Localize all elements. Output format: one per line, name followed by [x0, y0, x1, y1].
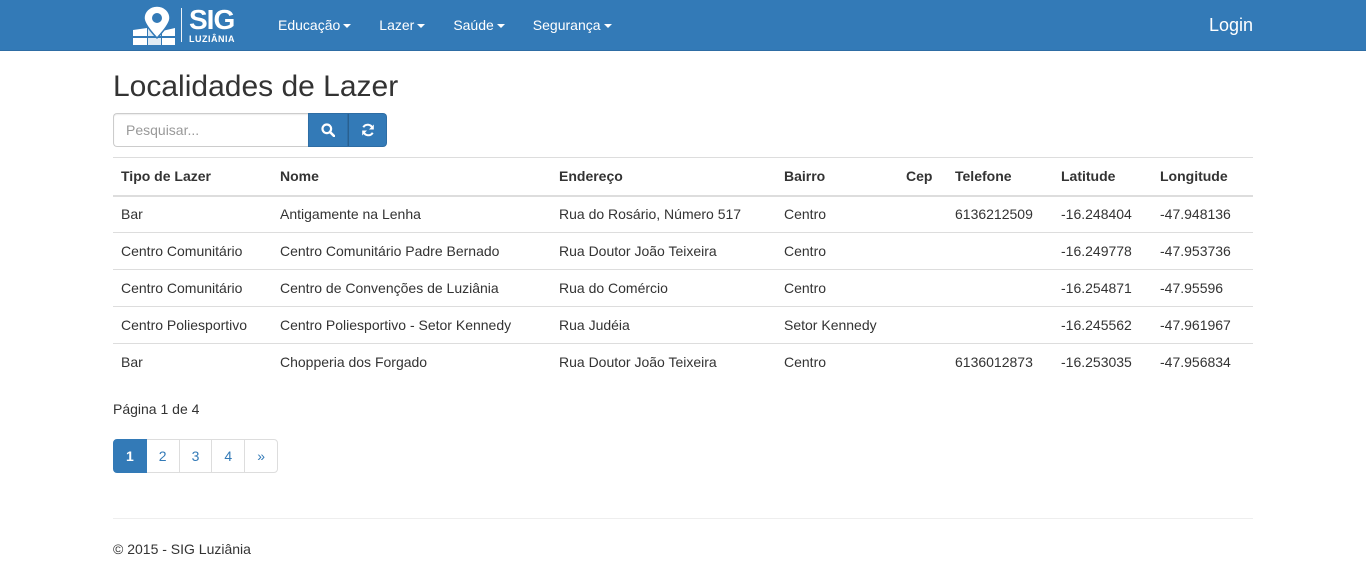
- cell-latitude: -16.253035: [1053, 343, 1152, 381]
- page-title: Localidades de Lazer: [113, 70, 399, 103]
- column-header-bairro[interactable]: Bairro: [776, 157, 898, 197]
- cell-cep: [898, 269, 947, 307]
- cell-tipo: Centro Poliesportivo: [113, 306, 272, 344]
- table-header: Tipo de Lazer Nome Endereço Bairro Cep T…: [113, 157, 1253, 197]
- search-icon: [321, 123, 335, 137]
- cell-endereco: Rua do Rosário, Número 517: [559, 206, 742, 223]
- cell-endereco: Rua do Comércio: [551, 269, 776, 307]
- cell-cep: [898, 306, 947, 344]
- table-row: Centro Comunitário Centro Comunitário Pa…: [113, 232, 1253, 270]
- cell-latitude: -16.249778: [1053, 232, 1152, 270]
- table-row: Centro Poliesportivo Centro Poliesportiv…: [113, 306, 1253, 344]
- search-group: [113, 113, 387, 147]
- menu-educacao-label: Educação: [278, 17, 341, 33]
- column-header-latitude[interactable]: Latitude: [1053, 157, 1152, 197]
- login-link[interactable]: Login: [1209, 0, 1253, 50]
- cell-nome: Centro de Convenções de Luziânia: [272, 269, 551, 307]
- cell-nome: Chopperia dos Forgado: [272, 343, 551, 381]
- cell-longitude: -47.95596: [1152, 269, 1253, 307]
- cell-cep: [898, 232, 947, 270]
- column-header-endereco[interactable]: Endereço: [551, 157, 776, 197]
- map-pin-logo-icon: [133, 5, 175, 45]
- cell-nome: Antigamente na Lenha: [280, 206, 421, 223]
- cell-longitude: -47.961967: [1152, 306, 1253, 344]
- cell-tipo: Bar: [121, 206, 143, 223]
- cell-longitude: -47.956834: [1152, 343, 1253, 381]
- cell-cep: [898, 343, 947, 381]
- cell-bairro: Centro: [776, 232, 898, 270]
- menu-seguranca-label: Segurança: [532, 17, 601, 33]
- cell-bairro: Centro: [776, 343, 898, 381]
- table-body: Bar Antigamente na Lenha Rua do Rosário,…: [113, 196, 1253, 381]
- caret-down-icon: [417, 24, 426, 29]
- page-link-2[interactable]: 2: [145, 439, 180, 473]
- top-navbar: SIG LUZIÂNIA Educação Lazer Saúde Segura…: [0, 0, 1366, 51]
- cell-endereco: Rua Doutor João Teixeira: [551, 343, 776, 381]
- column-header-nome[interactable]: Nome: [272, 157, 551, 197]
- page-link-4[interactable]: 4: [211, 439, 246, 473]
- cell-latitude: -16.254871: [1053, 269, 1152, 307]
- brand-divider: [181, 8, 182, 42]
- cell-tipo: Bar: [113, 343, 272, 381]
- brand-subtitle: LUZIÂNIA: [189, 34, 235, 44]
- leisure-locations-table: Tipo de Lazer Nome Endereço Bairro Cep T…: [113, 157, 1253, 381]
- page-link-3[interactable]: 3: [178, 439, 213, 473]
- caret-down-icon: [603, 24, 612, 29]
- cell-tipo: Centro Comunitário: [113, 269, 272, 307]
- table-row: Bar Antigamente na Lenha Rua do Rosário,…: [113, 196, 1253, 233]
- column-header-telefone[interactable]: Telefone: [947, 157, 1053, 197]
- page-link-next[interactable]: »: [244, 439, 278, 473]
- caret-down-icon: [343, 24, 352, 29]
- cell-bairro: Setor Kennedy: [776, 306, 898, 344]
- cell-telefone: 6136012873: [947, 343, 1053, 381]
- cell-nome: Centro Poliesportivo - Setor Kennedy: [272, 306, 551, 344]
- search-input[interactable]: [113, 113, 308, 147]
- pagination: 1 2 3 4 »: [113, 439, 278, 473]
- cell-endereco: Rua Judéia: [551, 306, 776, 344]
- menu-saude[interactable]: Saúde: [439, 0, 518, 50]
- cell-telefone: [947, 306, 1053, 344]
- menu-saude-label: Saúde: [453, 17, 494, 33]
- cell-longitude: -47.953736: [1152, 232, 1253, 270]
- refresh-button[interactable]: [348, 113, 387, 147]
- menu-lazer-label: Lazer: [379, 17, 415, 33]
- main-menu: Educação Lazer Saúde Segurança: [264, 0, 626, 50]
- cell-cep: [898, 196, 947, 233]
- page-link-1[interactable]: 1: [113, 439, 147, 473]
- footer-copyright: © 2015 - SIG Luziânia: [113, 541, 251, 557]
- menu-seguranca[interactable]: Segurança: [519, 0, 626, 50]
- footer-divider: [113, 518, 1253, 519]
- table-row: Bar Chopperia dos Forgado Rua Doutor Joã…: [113, 343, 1253, 381]
- table-row: Centro Comunitário Centro de Convenções …: [113, 269, 1253, 307]
- cell-telefone: [947, 232, 1053, 270]
- cell-latitude: -16.245562: [1053, 306, 1152, 344]
- brand-logo[interactable]: SIG LUZIÂNIA: [131, 4, 235, 46]
- brand-title: SIG: [189, 4, 235, 35]
- cell-tipo: Centro Comunitário: [113, 232, 272, 270]
- cell-bairro: Centro: [776, 269, 898, 307]
- brand-text: SIG LUZIÂNIA: [189, 6, 235, 44]
- column-header-longitude[interactable]: Longitude: [1152, 157, 1253, 197]
- cell-telefone: [947, 269, 1053, 307]
- cell-nome: Centro Comunitário Padre Bernado: [272, 232, 551, 270]
- cell-telefone: 6136212509: [955, 206, 1033, 223]
- column-header-cep[interactable]: Cep: [898, 157, 947, 197]
- caret-down-icon: [496, 24, 505, 29]
- menu-lazer[interactable]: Lazer: [365, 0, 439, 50]
- menu-educacao[interactable]: Educação: [264, 0, 365, 50]
- cell-latitude: -16.248404: [1061, 206, 1132, 223]
- column-header-tipo[interactable]: Tipo de Lazer: [113, 157, 272, 197]
- cell-endereco: Rua Doutor João Teixeira: [551, 232, 776, 270]
- page-info: Página 1 de 4: [113, 401, 200, 417]
- refresh-icon: [361, 123, 374, 137]
- cell-bairro: Centro: [784, 206, 827, 223]
- cell-longitude: -47.948136: [1160, 206, 1231, 223]
- table-header-row: Tipo de Lazer Nome Endereço Bairro Cep T…: [113, 157, 1253, 197]
- search-button[interactable]: [308, 113, 348, 147]
